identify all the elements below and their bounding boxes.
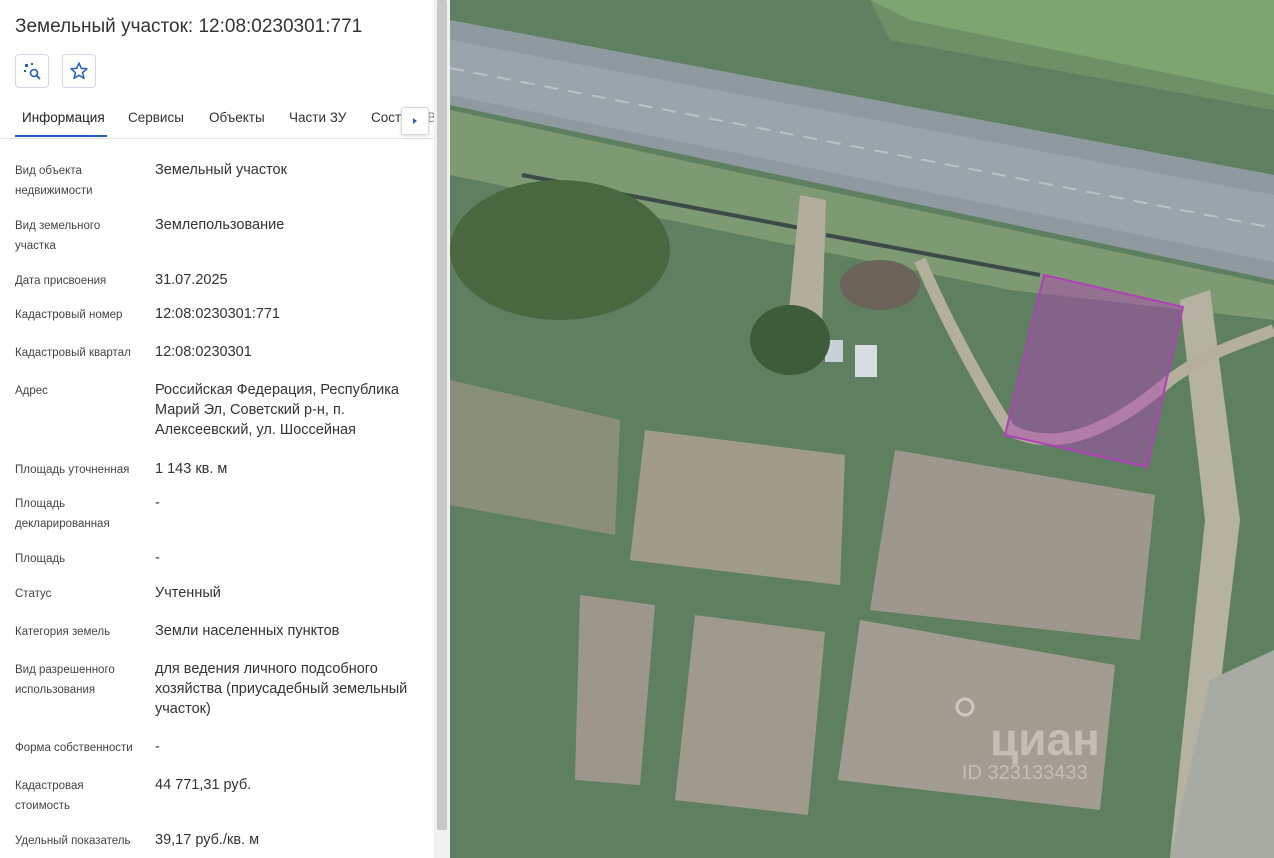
field-value-status: Учтенный (155, 585, 221, 601)
tab-services[interactable]: Сервисы (128, 110, 184, 125)
field-label-ownership-form: Форма собственности (15, 742, 133, 754)
active-tab-indicator (15, 135, 107, 137)
field-value-cadastral-quarter[interactable]: 12:08:0230301 (155, 342, 425, 362)
field-value-cadastral-value: 44 771,31 руб. (155, 777, 252, 793)
favorite-button[interactable] (62, 54, 96, 88)
star-outline-icon (70, 62, 88, 80)
watermark-id: ID 323133433 (962, 762, 1088, 784)
satellite-imagery (450, 0, 1274, 858)
field-label-status: Статус (15, 588, 52, 600)
field-value-land-category: Земли населенных пунктов (155, 623, 340, 639)
tab-information[interactable]: Информация (22, 110, 105, 125)
tab-objects[interactable]: Объекты (209, 110, 265, 125)
field-label-area: Площадь (15, 553, 66, 565)
field-label-area-declared: Площадь декларированная (15, 498, 110, 530)
field-value-unit-indicator: 39,17 руб./кв. м (155, 832, 260, 848)
watermark-logo: циан (990, 713, 1100, 765)
field-value-land-type: Землепользование (155, 217, 285, 233)
field-value-object-type: Земельный участок (155, 162, 287, 178)
locate-on-map-button[interactable] (15, 54, 49, 88)
tabs-next-button[interactable] (401, 107, 429, 135)
field-label-cadastral-value: Кадастровая стоимость (15, 780, 84, 812)
satellite-map[interactable]: циан ID 323133433 (450, 0, 1274, 858)
panel-scrollbar[interactable] (434, 0, 450, 858)
chevron-right-icon (413, 118, 417, 124)
tab-bar: Информация Сервисы Объекты Части ЗУ Сост… (0, 100, 434, 139)
field-value-assignment-date: 31.07.2025 (155, 272, 228, 288)
field-label-object-type: Вид объекта недвижимости (15, 165, 93, 197)
field-value-area-refined: 1 143 кв. м (155, 461, 228, 477)
map-search-icon (24, 63, 41, 80)
field-label-cadastral-number: Кадастровый номер (15, 309, 123, 321)
field-label-address: Адрес (15, 385, 48, 397)
tab-parcel-parts[interactable]: Части ЗУ (289, 110, 346, 125)
field-label-permitted-use: Вид разрешенного использования (15, 664, 115, 696)
field-label-assignment-date: Дата присвоения (15, 275, 107, 287)
field-label-land-type: Вид земельного участка (15, 220, 101, 252)
page-title: Земельный участок: 12:08:0230301:771 (15, 16, 363, 37)
info-panel: Земельный участок: 12:08:0230301:771 Инф… (0, 0, 434, 858)
field-label-cadastral-quarter: Кадастровый квартал (15, 347, 131, 359)
scrollbar-thumb[interactable] (437, 0, 447, 830)
field-value-address: Российская Федерация, Республика Марий Э… (155, 382, 399, 438)
field-label-land-category: Категория земель (15, 626, 111, 638)
field-label-area-refined: Площадь уточненная (15, 464, 130, 476)
field-label-unit-indicator: Удельный показатель (15, 835, 131, 847)
field-value-permitted-use: для ведения личного подсобного хозяйства… (155, 661, 408, 717)
field-value-area: - (155, 550, 160, 566)
field-value-area-declared: - (155, 495, 160, 511)
field-value-ownership-form: - (155, 739, 160, 755)
field-value-cadastral-number: 12:08:0230301:771 (155, 306, 280, 322)
